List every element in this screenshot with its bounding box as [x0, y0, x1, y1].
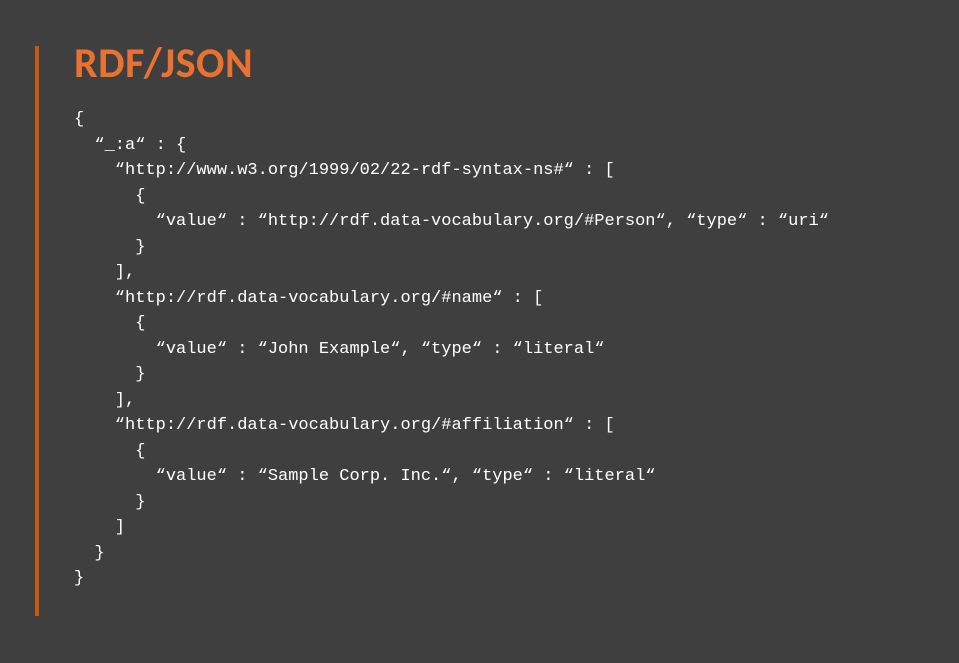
slide-title: RDF/JSON: [74, 38, 889, 89]
accent-bar: [35, 46, 39, 616]
code-block: { “_:a“ : { “http://www.w3.org/1999/02/2…: [74, 107, 889, 592]
slide: RDF/JSON { “_:a“ : { “http://www.w3.org/…: [0, 0, 959, 663]
